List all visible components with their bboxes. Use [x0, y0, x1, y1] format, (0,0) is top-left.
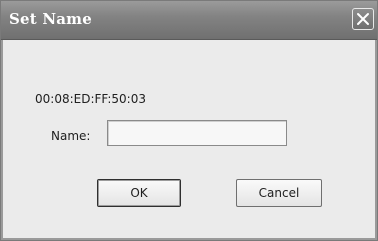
title-bar[interactable]: Set Name: [1, 1, 377, 40]
name-label: Name:: [51, 129, 91, 143]
window-title: Set Name: [9, 10, 92, 28]
mac-address-label: 00:08:ED:FF:50:03: [35, 92, 146, 106]
close-icon: [357, 13, 369, 25]
ok-button[interactable]: OK: [97, 179, 181, 207]
close-button[interactable]: [352, 8, 374, 30]
set-name-dialog: Set Name 00:08:ED:FF:50:03 Name: OK Canc…: [0, 0, 378, 241]
dialog-body: 00:08:ED:FF:50:03 Name: OK Cancel: [1, 40, 377, 240]
name-input[interactable]: [107, 120, 287, 146]
cancel-button[interactable]: Cancel: [236, 179, 322, 207]
